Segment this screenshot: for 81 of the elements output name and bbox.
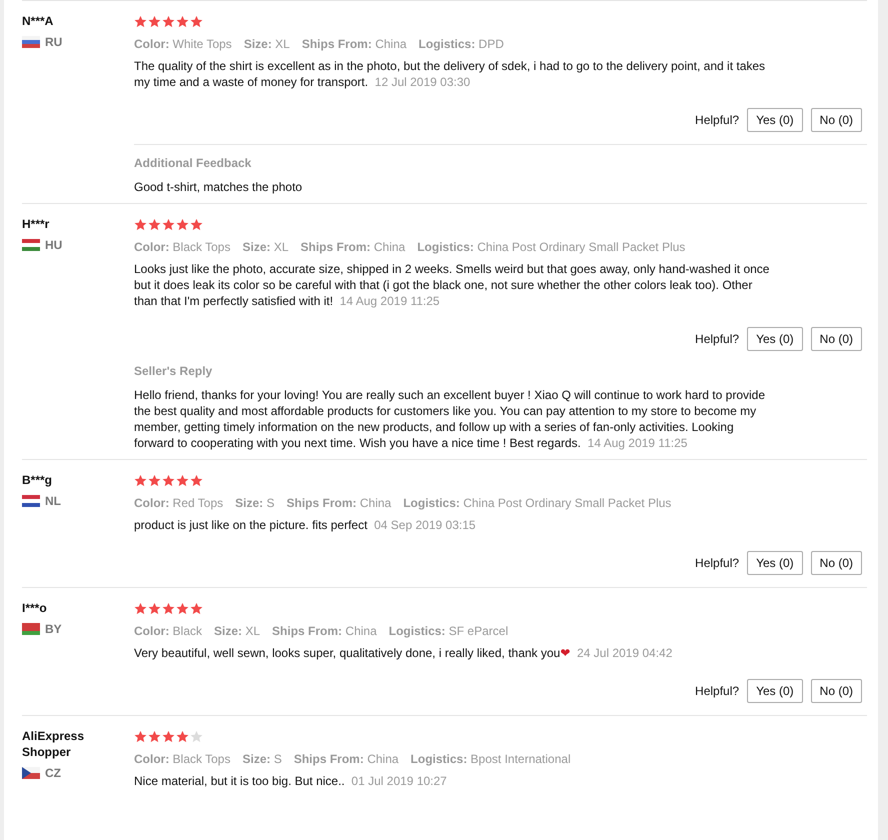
star-icon [148,730,161,743]
star-icon [190,602,203,615]
no-button[interactable]: No (0) [810,108,862,132]
star-icon [134,15,147,28]
attribute-text: Size: XL [214,623,260,639]
star-icon [162,602,175,615]
star-icon [190,218,203,231]
reviewer-name: B***g [22,472,54,488]
section-title: Seller's Reply [134,363,214,379]
flag-icon [22,623,40,635]
helpful-label: Helpful? [695,332,740,346]
star-icon [134,474,147,487]
star-icon [162,474,175,487]
no-button[interactable]: No (0) [810,679,862,703]
star-icon [176,730,189,743]
helpful-label: Helpful? [695,556,740,570]
flag-icon [22,239,40,251]
star-icon [176,15,189,28]
star-icon [134,602,147,615]
flag-icon [22,495,40,507]
reviewer-name: N***A [22,13,54,29]
country-code: RU [45,35,62,49]
attribute-text: Color: White Tops [134,36,232,52]
yes-button[interactable]: Yes (0) [747,679,803,703]
review-text: Nice material, but it is too big. But nice.. 01 Jul 2019 10:27 [134,773,448,789]
attribute-text: Color: Red Tops [134,495,224,511]
reply-text: Hello friend, thanks for your loving! You are really such an excellent buyer ! Xiao Q will continue to work hard to provide the best quality and most affordable products for customers like you. You can pay attention to my store to become my member, getting timely information on the new products, and follow up with a series of fan-only activities. Looking forward to cooperating with you next time. Wish you have a nice time ! Best regards. 14 Aug 2019 11:25 [134,387,766,451]
reviewer-name: H***r [22,216,50,232]
star-icon [190,15,203,28]
review-text: product is just like on the picture. fits perfect 04 Sep 2019 03:15 [134,517,477,533]
attribute-text: Logistics: China Post Ordinary Small Packet Plus [417,239,686,255]
yes-button[interactable]: Yes (0) [747,551,803,575]
star-icon [148,15,161,28]
no-button[interactable]: No (0) [810,327,862,351]
country-code: HU [45,238,62,252]
star-icon [176,602,189,615]
star-icon [190,474,203,487]
star-icon [176,218,189,231]
star-icon [134,218,147,231]
no-button[interactable]: No (0) [810,551,862,575]
attribute-text: Size: S [242,751,282,767]
flag-icon [22,767,40,779]
helpful-label: Helpful? [695,684,740,698]
country-code: CZ [45,766,61,780]
attribute-text: Size: XL [244,36,290,52]
attribute-text: Size: XL [242,239,289,255]
star-icon [162,730,175,743]
attribute-text: Color: Black Tops [134,239,230,255]
review-text: The quality of the shirt is excellent as in the photo, but the delivery of sdek, i had to go to the delivery point, and it takes my time and a waste of money for transport. 12 Jul 2019 03:30 [134,58,766,90]
yes-button[interactable]: Yes (0) [747,327,803,351]
star-icon [134,730,147,743]
star-icon [162,218,175,231]
review-text: Very beautiful, well sewn, looks super, qualitatively done, i really liked, thank you❤ 24 Jul 2019 04:42 [134,645,674,661]
attribute-text: Ships From: China [294,751,399,767]
attribute-text: Ships From: China [286,495,392,511]
star-icon [162,15,175,28]
star-icon [176,474,189,487]
attribute-text: Ships From: China [300,239,406,255]
star-icon [148,474,161,487]
attribute-text: Ships From: China [272,623,377,639]
attribute-text: Logistics: DPD [418,36,504,52]
reply-text: Good t-shirt, matches the photo [134,179,304,195]
country-code: NL [45,494,61,508]
attribute-text: Size: S [235,495,274,511]
review-text: Looks just like the photo, accurate size, shipped in 2 weeks. Smells weird but that goes away, only hand-washed it once but it does leak its color so be careful with that (i got the black one, not sure whether the other colors leak too). Other than that I'm perfectly satisfied with it! 14 Aug 2019 11:25 [134,261,770,309]
reviewer-name: AliExpress Shopper [22,728,86,760]
star-icon [148,602,161,615]
star-icon [190,730,203,743]
section-title: Additional Feedback [134,155,252,171]
attribute-text: Color: Black Tops [134,751,230,767]
reviewer-name: I***o [22,600,48,616]
helpful-label: Helpful? [695,113,740,127]
attribute-text: Logistics: Bpost International [410,751,571,767]
star-icon [148,218,161,231]
yes-button[interactable]: Yes (0) [747,108,803,132]
attribute-text: Ships From: China [302,36,407,52]
flag-icon [22,36,40,48]
attribute-text: Logistics: China Post Ordinary Small Packet Plus [403,495,672,511]
country-code: BY [45,622,62,636]
attribute-text: Color: Black [134,623,202,639]
attribute-text: Logistics: SF eParcel [388,623,508,639]
